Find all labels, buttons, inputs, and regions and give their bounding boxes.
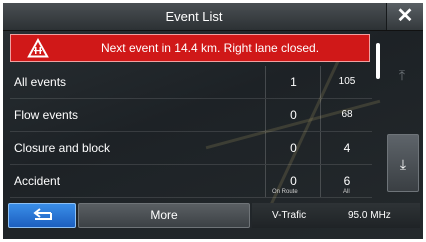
- event-row-all-events[interactable]: All events 1 105: [10, 66, 372, 99]
- alert-message: Next event in 14.4 km. Right lane closed…: [100, 41, 320, 55]
- back-arrow-icon: [33, 208, 52, 220]
- event-row-accident[interactable]: Accident 0 6: [10, 165, 372, 198]
- more-button[interactable]: More: [78, 203, 250, 228]
- event-row-flow-events[interactable]: Flow events 0 68: [10, 99, 372, 132]
- all-count: 105: [320, 66, 373, 98]
- scroll-bottom-icon: ⤓: [399, 156, 407, 172]
- event-name: Flow events: [14, 108, 79, 122]
- event-name: Closure and block: [14, 141, 111, 155]
- scroll-bottom-button[interactable]: ⤓: [387, 134, 419, 192]
- close-button[interactable]: ✕: [386, 3, 423, 30]
- event-list-screen: Event List ✕ Next event in 14.4 km. Righ…: [3, 3, 423, 239]
- event-name: All events: [14, 75, 67, 89]
- next-event-alert[interactable]: Next event in 14.4 km. Right lane closed…: [10, 34, 370, 62]
- event-name: Accident: [14, 174, 61, 188]
- traffic-frequency: 95.0 MHz: [348, 210, 391, 221]
- traffic-station-name: V-Trafic: [272, 210, 307, 221]
- all-count: 4: [320, 132, 373, 164]
- scroll-top-icon: ⤒: [398, 67, 406, 83]
- traffic-source-status: V-Trafic 95.0 MHz: [252, 203, 420, 228]
- event-list: All events 1 105 Flow events 0 68 Closur…: [10, 66, 372, 198]
- scroll-top-button[interactable]: ⤒: [387, 53, 417, 97]
- event-row-closure-and-block[interactable]: Closure and block 0 4: [10, 132, 372, 165]
- on-route-count: 1: [265, 66, 321, 98]
- lane-closed-warning-icon: [27, 38, 49, 58]
- all-count: 68: [320, 99, 373, 131]
- bottom-bar: More V-Trafic 95.0 MHz: [3, 201, 423, 231]
- close-x-icon: ✕: [396, 5, 414, 27]
- on-route-column-header: On Route: [272, 189, 298, 195]
- page-title: Event List: [165, 9, 223, 24]
- on-route-count: 0: [265, 132, 321, 164]
- all-column-header: All: [343, 189, 350, 195]
- on-route-count: 0: [265, 99, 321, 131]
- title-bar: Event List ✕: [3, 3, 423, 31]
- back-button[interactable]: [8, 203, 76, 228]
- list-scrollbar[interactable]: [376, 43, 380, 79]
